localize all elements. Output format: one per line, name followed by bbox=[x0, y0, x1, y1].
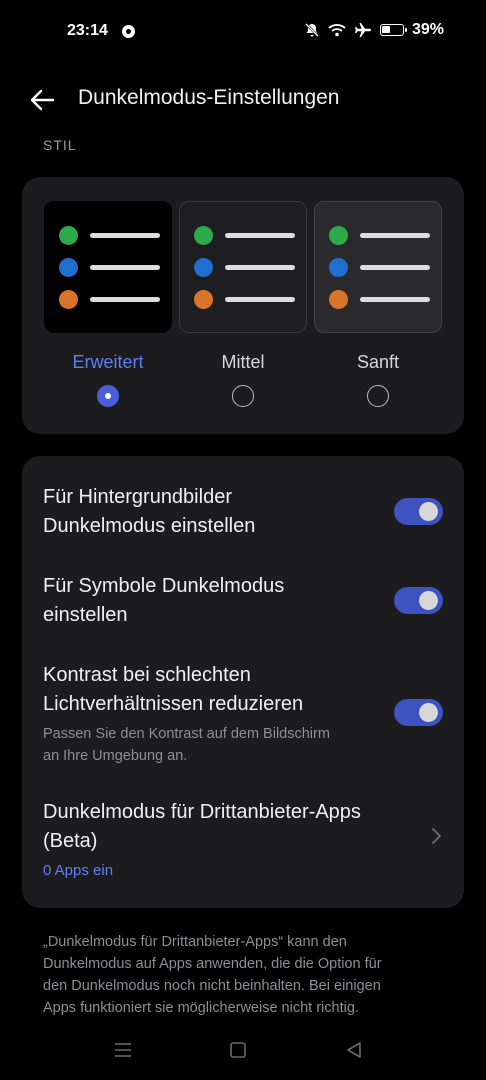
third-party-apps-count[interactable]: 0 Apps ein bbox=[43, 862, 113, 879]
back-triangle-icon[interactable] bbox=[345, 1041, 363, 1059]
radio-sanft[interactable] bbox=[367, 385, 389, 407]
icons-setting-title[interactable]: Für Symbole Dunkelmodus einstellen bbox=[43, 572, 383, 630]
style-preview-mittel[interactable] bbox=[179, 201, 307, 333]
status-icons: 39% bbox=[304, 21, 444, 39]
style-label-erweitert[interactable]: Erweitert bbox=[44, 352, 172, 373]
third-party-footnote: „Dunkelmodus für Drittanbieter-Apps“ kan… bbox=[43, 934, 382, 1016]
page-title: Dunkelmodus-Einstellungen bbox=[78, 86, 340, 109]
contrast-toggle[interactable] bbox=[394, 699, 443, 726]
airplane-icon bbox=[354, 23, 371, 37]
wallpaper-dark-toggle[interactable] bbox=[394, 498, 443, 525]
back-arrow-icon[interactable] bbox=[28, 86, 56, 114]
wallpaper-setting-title[interactable]: Für Hintergrundbilder Dunkelmodus einste… bbox=[43, 483, 383, 541]
message-icon bbox=[122, 25, 135, 38]
section-label-stil: STIL bbox=[43, 137, 77, 153]
radio-mittel[interactable] bbox=[232, 385, 254, 407]
contrast-setting-title[interactable]: Kontrast bei schlechten Lichtverhältniss… bbox=[43, 661, 383, 719]
style-label-mittel[interactable]: Mittel bbox=[179, 352, 307, 373]
settings-card: Für Hintergrundbilder Dunkelmodus einste… bbox=[22, 456, 464, 908]
home-icon[interactable] bbox=[230, 1042, 246, 1058]
radio-erweitert[interactable] bbox=[97, 385, 119, 407]
menu-icon[interactable] bbox=[114, 1042, 132, 1058]
icons-dark-toggle[interactable] bbox=[394, 587, 443, 614]
style-preview-sanft[interactable] bbox=[314, 201, 442, 333]
bell-muted-icon bbox=[305, 23, 319, 37]
contrast-setting-description: Passen Sie den Kontrast auf dem Bildschi… bbox=[43, 726, 330, 764]
chevron-right-icon[interactable] bbox=[426, 826, 446, 846]
style-selector-card: Erweitert Mittel Sanft bbox=[22, 177, 464, 434]
style-preview-erweitert[interactable] bbox=[44, 201, 172, 333]
style-label-sanft[interactable]: Sanft bbox=[314, 352, 442, 373]
wifi-icon bbox=[328, 24, 346, 37]
battery-percent: 39% bbox=[411, 21, 444, 38]
status-time: 23:14 bbox=[67, 22, 108, 39]
battery-icon bbox=[379, 24, 407, 36]
third-party-setting-title[interactable]: Dunkelmodus für Drittanbieter-Apps (Beta… bbox=[43, 798, 383, 856]
